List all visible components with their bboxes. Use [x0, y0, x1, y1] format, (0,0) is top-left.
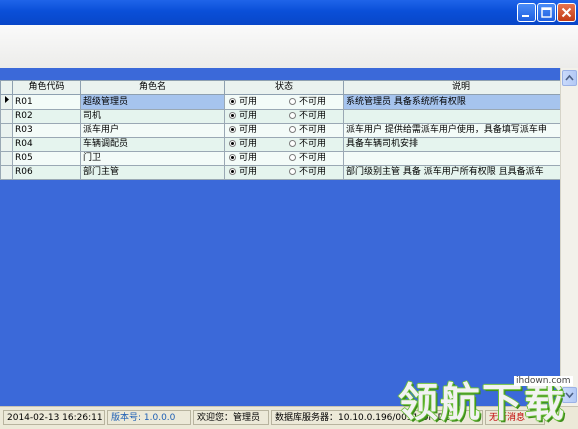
radio-disabled[interactable]: 不可用 [287, 138, 344, 151]
radio-disabled-icon [289, 98, 296, 105]
cell-role-name[interactable]: 超级管理员 [81, 95, 225, 110]
cell-role-code[interactable]: R05 [13, 152, 81, 166]
table-row[interactable]: R03派车用户 可用 不可用 派车用户 提供给需派车用户使用，具备填写派车申 [1, 124, 578, 138]
role-table: 角色代码 角色名 状态 说明 R01超级管理员可用不可用系统管理员 具备系统所有… [0, 80, 578, 180]
radio-enabled[interactable]: 可用 [227, 166, 287, 179]
radio-enabled-label: 可用 [239, 167, 257, 177]
radio-enabled-icon [229, 112, 236, 119]
radio-disabled[interactable]: 不可用 [287, 152, 344, 165]
row-indicator[interactable] [1, 138, 13, 152]
cell-description[interactable] [344, 110, 578, 124]
scroll-up-icon [563, 71, 576, 85]
header-status[interactable]: 状态 [225, 81, 344, 95]
radio-disabled-icon [289, 112, 296, 119]
radio-enabled-label: 可用 [239, 153, 257, 163]
cell-role-code[interactable]: R02 [13, 110, 81, 124]
radio-enabled-icon [229, 154, 236, 161]
radio-disabled[interactable]: 不可用 [287, 96, 344, 109]
radio-disabled-label: 不可用 [299, 125, 326, 135]
radio-disabled-label: 不可用 [299, 167, 326, 177]
current-row-arrow-icon [3, 95, 11, 104]
radio-enabled-label: 可用 [239, 125, 257, 135]
cell-status: 可用 不可用 [225, 166, 344, 180]
table-row[interactable]: R06部门主管 可用 不可用 部门级别主管 具备 派车用户所有权限 且具备派车 [1, 166, 578, 180]
maximize-icon [538, 4, 555, 21]
radio-disabled-label: 不可用 [299, 111, 326, 121]
radio-enabled-label: 可用 [239, 139, 257, 149]
radio-enabled-label: 可用 [239, 97, 257, 107]
row-indicator[interactable] [1, 110, 13, 124]
cell-role-code[interactable]: R06 [13, 166, 81, 180]
radio-disabled[interactable]: 不可用 [287, 166, 344, 179]
vertical-scrollbar[interactable] [560, 68, 578, 406]
row-indicator[interactable] [1, 152, 13, 166]
cell-description[interactable]: 系统管理员 具备系统所有权限 [344, 95, 578, 110]
header-role-code[interactable]: 角色代码 [13, 81, 81, 95]
cell-role-code[interactable]: R01 [13, 95, 81, 110]
status-welcome: 欢迎您：管理员 [193, 410, 269, 425]
toolbar-area [0, 25, 578, 69]
radio-disabled-icon [289, 140, 296, 147]
radio-disabled-icon [289, 168, 296, 175]
radio-enabled[interactable]: 可用 [227, 96, 287, 109]
table-row[interactable]: R04车辆调配员 可用 不可用 具备车辆司机安排 [1, 138, 578, 152]
row-indicator[interactable] [1, 166, 13, 180]
table-row[interactable]: R05门卫 可用 不可用 [1, 152, 578, 166]
radio-disabled[interactable]: 不可用 [287, 124, 344, 137]
radio-disabled[interactable]: 不可用 [287, 110, 344, 123]
radio-enabled[interactable]: 可用 [227, 110, 287, 123]
radio-enabled[interactable]: 可用 [227, 152, 287, 165]
cell-role-name[interactable]: 司机 [81, 110, 225, 124]
cell-status: 可用 不可用 [225, 124, 344, 138]
row-indicator-header [1, 81, 13, 95]
watermark: 领航下载 ihdown.com [398, 370, 578, 428]
header-role-name[interactable]: 角色名 [81, 81, 225, 95]
cell-description[interactable]: 部门级别主管 具备 派车用户所有权限 且具备派车 [344, 166, 578, 180]
cell-role-code[interactable]: R03 [13, 124, 81, 138]
cell-status: 可用 不可用 [225, 152, 344, 166]
radio-enabled-label: 可用 [239, 111, 257, 121]
radio-disabled-icon [289, 154, 296, 161]
cell-role-name[interactable]: 车辆调配员 [81, 138, 225, 152]
radio-enabled-icon [229, 98, 236, 105]
radio-disabled-label: 不可用 [299, 139, 326, 149]
minimize-icon [518, 4, 535, 21]
radio-disabled-label: 不可用 [299, 153, 326, 163]
watermark-url: ihdown.com [514, 376, 573, 386]
status-datetime: 2014-02-13 16:26:11 [3, 410, 105, 425]
table-header-row: 角色代码 角色名 状态 说明 [1, 81, 578, 95]
radio-enabled-icon [229, 168, 236, 175]
title-bar [0, 0, 578, 25]
close-icon [558, 4, 575, 21]
cell-role-name[interactable]: 门卫 [81, 152, 225, 166]
close-button[interactable] [557, 3, 576, 22]
table-row[interactable]: R02司机 可用 不可用 [1, 110, 578, 124]
scroll-up-button[interactable] [562, 70, 577, 86]
radio-disabled-label: 不可用 [299, 97, 326, 107]
radio-enabled[interactable]: 可用 [227, 124, 287, 137]
cell-status: 可用 不可用 [225, 138, 344, 152]
cell-status: 可用 不可用 [225, 110, 344, 124]
radio-enabled[interactable]: 可用 [227, 138, 287, 151]
row-indicator[interactable] [1, 124, 13, 138]
radio-enabled-icon [229, 126, 236, 133]
cell-role-code[interactable]: R04 [13, 138, 81, 152]
cell-description[interactable]: 具备车辆司机安排 [344, 138, 578, 152]
cell-role-name[interactable]: 部门主管 [81, 166, 225, 180]
cell-role-name[interactable]: 派车用户 [81, 124, 225, 138]
cell-description[interactable] [344, 152, 578, 166]
cell-status: 可用 不可用 [225, 95, 344, 110]
radio-disabled-icon [289, 126, 296, 133]
maximize-button[interactable] [537, 3, 556, 22]
radio-enabled-icon [229, 140, 236, 147]
header-description[interactable]: 说明 [344, 81, 578, 95]
minimize-button[interactable] [517, 3, 536, 22]
table-row[interactable]: R01超级管理员 可用 不可用 系统管理员 具备系统所有权限 [1, 95, 578, 110]
row-indicator[interactable] [1, 95, 13, 110]
status-version: 版本号: 1.0.0.0 [107, 410, 191, 425]
cell-description[interactable]: 派车用户 提供给需派车用户使用，具备填写派车申 [344, 124, 578, 138]
